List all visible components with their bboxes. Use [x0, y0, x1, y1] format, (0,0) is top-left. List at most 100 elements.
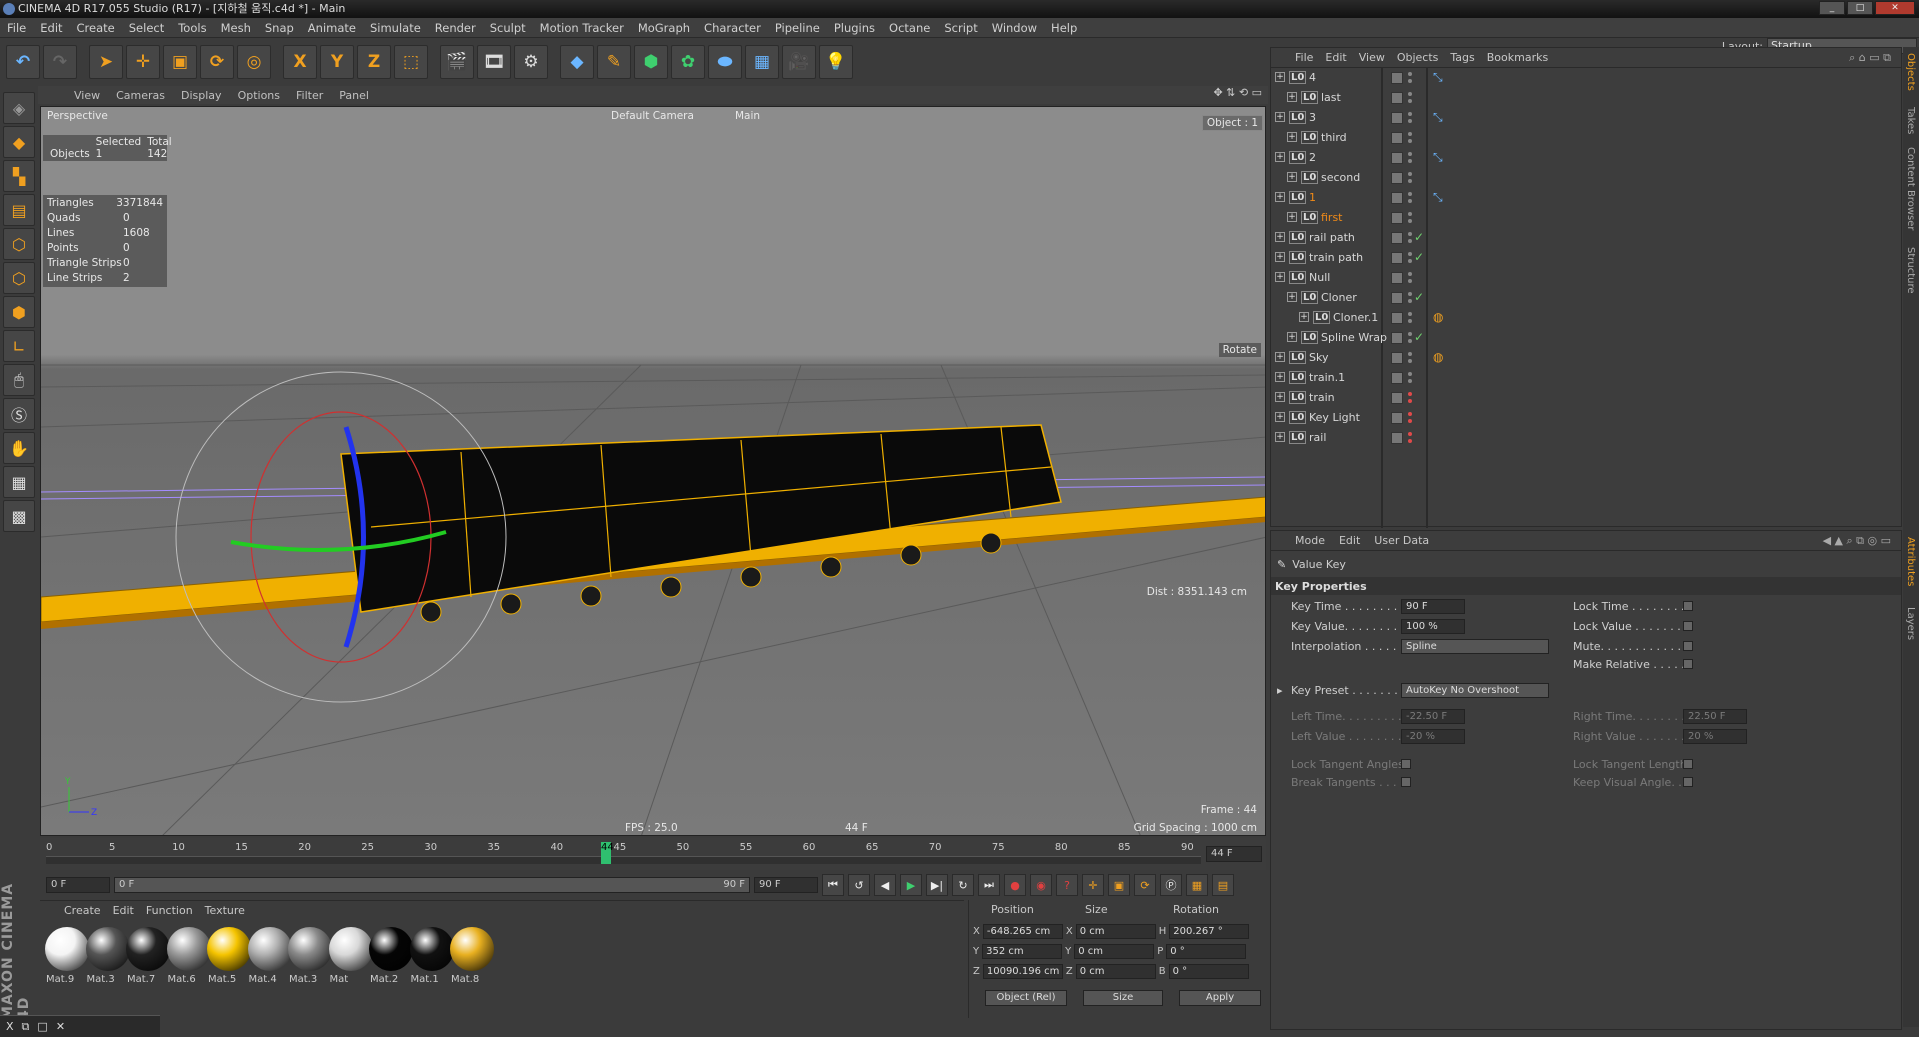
mute-checkbox[interactable]: [1683, 641, 1693, 651]
layer-visibility-icon[interactable]: [1391, 132, 1403, 144]
end-frame-field[interactable]: 90 F: [754, 877, 818, 893]
editor-visibility-dot[interactable]: [1408, 172, 1412, 176]
object-name[interactable]: 2: [1309, 151, 1316, 164]
expand-toggle-icon[interactable]: +: [1275, 372, 1285, 382]
expand-toggle-icon[interactable]: +: [1275, 412, 1285, 422]
timeline-window-icon[interactable]: ▤: [1212, 874, 1234, 896]
rotation-b-field[interactable]: 0 °: [1168, 963, 1249, 979]
expand-toggle-icon[interactable]: +: [1275, 112, 1285, 122]
render-visibility-dot[interactable]: [1408, 199, 1412, 203]
rotation-h-field[interactable]: 200.267 °: [1169, 923, 1250, 939]
align-to-spline-tag-icon[interactable]: ⤡: [1433, 110, 1449, 126]
y-axis-lock-icon[interactable]: Y: [320, 45, 354, 79]
coordinate-system-icon[interactable]: ⬚: [394, 45, 428, 79]
interpolation-dropdown[interactable]: Spline: [1401, 638, 1549, 654]
editor-visibility-dot[interactable]: [1408, 132, 1412, 136]
render-visibility-dot[interactable]: [1408, 139, 1412, 143]
object-name[interactable]: rail path: [1309, 231, 1355, 244]
align-to-spline-tag-icon[interactable]: ⤡: [1433, 150, 1449, 166]
break-tangents-checkbox[interactable]: [1401, 777, 1411, 787]
play-icon[interactable]: ▶: [900, 874, 922, 896]
polygons-mode-icon[interactable]: ⬢: [3, 296, 35, 328]
material-tag-icon[interactable]: ◍: [1433, 350, 1449, 366]
layer-visibility-icon[interactable]: [1391, 432, 1403, 444]
material-menu-create[interactable]: Create: [64, 904, 101, 917]
lock-value-checkbox[interactable]: [1683, 621, 1693, 631]
layer-visibility-icon[interactable]: [1391, 112, 1403, 124]
minimize-button[interactable]: _: [1819, 1, 1845, 15]
material-swatch[interactable]: Mat.1: [409, 927, 455, 985]
material-swatch[interactable]: Mat.8: [449, 927, 495, 985]
current-frame-marker[interactable]: 44: [601, 842, 614, 864]
minimized-window[interactable]: X ⧉ □ ✕: [0, 1015, 160, 1037]
menu-window[interactable]: Window: [985, 21, 1044, 35]
lock-tangent-angles-checkbox[interactable]: [1401, 759, 1411, 769]
menu-render[interactable]: Render: [428, 21, 483, 35]
menu-script[interactable]: Script: [937, 21, 984, 35]
object-row[interactable]: + L0 Sky ◍: [1271, 348, 1901, 368]
keep-visual-angle-checkbox[interactable]: [1683, 777, 1693, 787]
menu-edit[interactable]: Edit: [33, 21, 69, 35]
keyframe-selection-icon[interactable]: ?: [1056, 874, 1078, 896]
expand-toggle-icon[interactable]: +: [1287, 212, 1297, 222]
recent-tools-icon[interactable]: ◎: [237, 45, 271, 79]
object-row[interactable]: + L0 Key Light: [1271, 408, 1901, 428]
object-row[interactable]: + L0 second: [1271, 168, 1901, 188]
coordinate-mode-dropdown[interactable]: Object (Rel): [985, 990, 1067, 1006]
material-menu-texture[interactable]: Texture: [205, 904, 245, 917]
scale-icon[interactable]: ▣: [163, 45, 197, 79]
editor-visibility-dot[interactable]: [1408, 152, 1412, 156]
object-name[interactable]: 4: [1309, 71, 1316, 84]
editor-visibility-dot[interactable]: [1408, 412, 1412, 416]
menu-help[interactable]: Help: [1044, 21, 1084, 35]
viewport-menu-cameras[interactable]: Cameras: [108, 89, 173, 102]
layer-visibility-icon[interactable]: [1391, 392, 1403, 404]
expand-toggle-icon[interactable]: +: [1287, 132, 1297, 142]
expand-toggle-icon[interactable]: +: [1287, 172, 1297, 182]
layer-visibility-icon[interactable]: [1391, 352, 1403, 364]
viewport-menu-panel[interactable]: Panel: [331, 89, 377, 102]
render-visibility-dot[interactable]: [1408, 339, 1412, 343]
object-name[interactable]: train path: [1309, 251, 1363, 264]
material-swatch[interactable]: Mat.3: [85, 927, 131, 985]
align-to-spline-tag-icon[interactable]: ⤡: [1433, 70, 1449, 86]
key-pla-icon[interactable]: ▦: [1186, 874, 1208, 896]
object-name[interactable]: Cloner: [1321, 291, 1357, 304]
attr-menu-edit[interactable]: Edit: [1339, 534, 1360, 547]
render-visibility-dot[interactable]: [1408, 99, 1412, 103]
render-visibility-dot[interactable]: [1408, 239, 1412, 243]
enabled-check-icon[interactable]: ✓: [1414, 330, 1424, 344]
object-name[interactable]: train: [1309, 391, 1335, 404]
render-visibility-dot[interactable]: [1408, 379, 1412, 383]
key-value-field[interactable]: 100 %: [1401, 618, 1465, 634]
object-name[interactable]: rail: [1309, 431, 1326, 444]
floor-icon[interactable]: ▦: [745, 45, 779, 79]
axis-mode-icon[interactable]: ∟: [3, 330, 35, 362]
editor-visibility-dot[interactable]: [1408, 392, 1412, 396]
expand-toggle-icon[interactable]: +: [1287, 332, 1297, 342]
range-slider[interactable]: 0 F 90 F: [114, 877, 750, 893]
expand-toggle-icon[interactable]: +: [1287, 92, 1297, 102]
object-row[interactable]: + L0 rail: [1271, 428, 1901, 448]
key-parameter-icon[interactable]: Ⓟ: [1160, 874, 1182, 896]
editor-visibility-dot[interactable]: [1408, 212, 1412, 216]
object-name[interactable]: Key Light: [1309, 411, 1360, 424]
apply-button[interactable]: Apply: [1179, 990, 1261, 1006]
position-z-field[interactable]: 10090.196 cm: [982, 963, 1063, 979]
key-rotation-icon[interactable]: ⟳: [1134, 874, 1156, 896]
material-swatch[interactable]: Mat.4: [247, 927, 293, 985]
object-row[interactable]: + L0 2 ⤡: [1271, 148, 1901, 168]
layer-visibility-icon[interactable]: [1391, 252, 1403, 264]
layer-visibility-icon[interactable]: [1391, 272, 1403, 284]
object-row[interactable]: + L0 1 ⤡: [1271, 188, 1901, 208]
render-visibility-dot[interactable]: [1408, 79, 1412, 83]
expand-toggle-icon[interactable]: +: [1275, 232, 1285, 242]
expand-toggle-icon[interactable]: +: [1275, 252, 1285, 262]
object-row[interactable]: + L0 train: [1271, 388, 1901, 408]
viewport-nav-icons[interactable]: ✥ ⇅ ⟲ ▭: [1213, 86, 1268, 104]
light-icon[interactable]: 💡: [819, 45, 853, 79]
restore-icon[interactable]: ⧉: [22, 1020, 30, 1034]
rotation-p-field[interactable]: 0 °: [1166, 943, 1247, 959]
tab-objects[interactable]: Objects: [1905, 53, 1916, 91]
attr-menu-mode[interactable]: Mode: [1295, 534, 1325, 547]
